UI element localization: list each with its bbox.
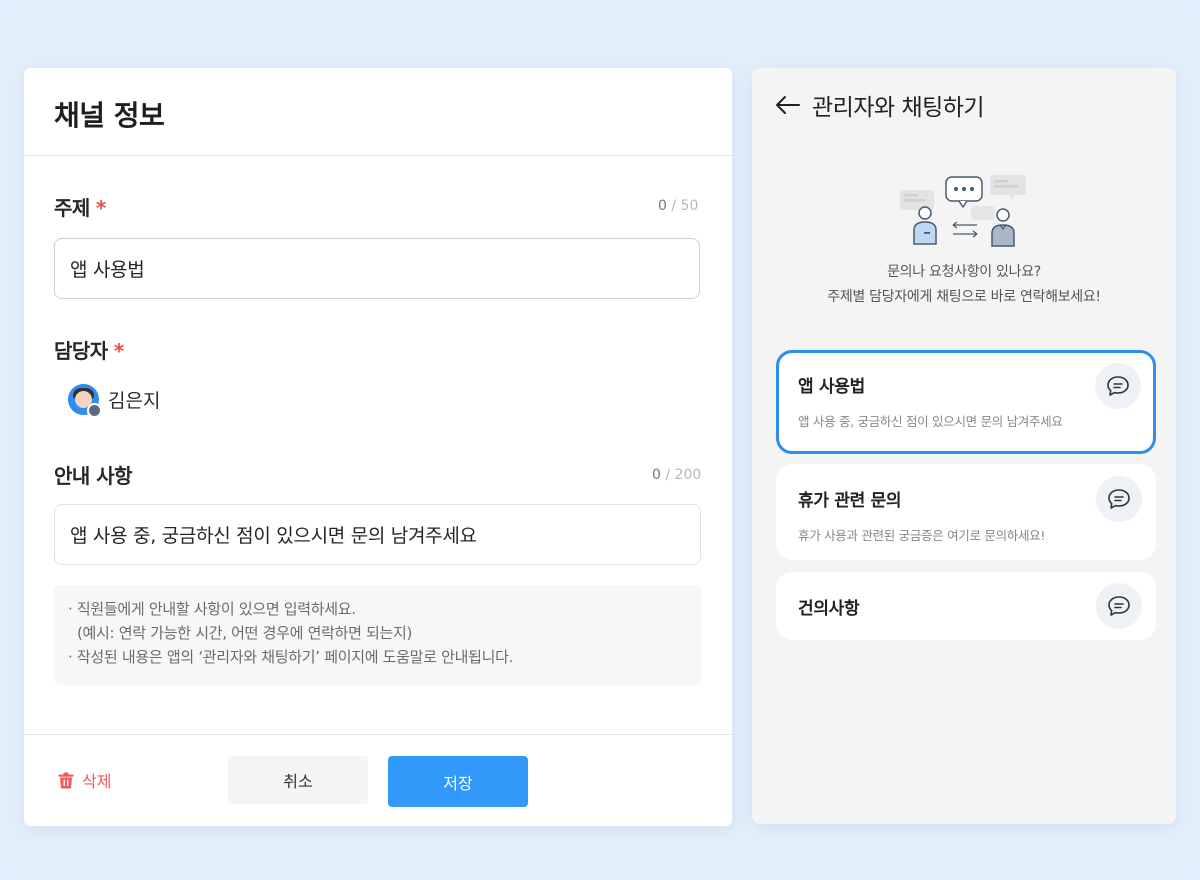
save-button[interactable]: 저장 <box>388 756 528 807</box>
subject-input[interactable]: 앱 사용법 <box>54 238 700 299</box>
chat-bubble-icon <box>1095 363 1141 409</box>
guide-count-max: 200 <box>674 467 702 483</box>
admin-badge-icon <box>87 403 102 418</box>
preview-title: 관리자와 채팅하기 <box>812 95 985 121</box>
intro-line: 문의나 요청사항이 있나요? <box>887 264 1041 280</box>
page-title: 채널 정보 <box>54 99 165 132</box>
subject-label: 주제 * <box>54 192 106 221</box>
topic-card-suggestions[interactable]: 건의사항 <box>776 572 1156 640</box>
background: 채널 정보 주제 * 0 / 50 앱 사용법 담당자 * 김은지 안내 사항 … <box>0 0 1200 880</box>
assignee-name: 김은지 <box>108 390 161 412</box>
guide-count-current: 0 <box>652 467 661 483</box>
chat-bubble-icon <box>1096 476 1142 522</box>
topic-desc: 앱 사용 중, 궁금하신 점이 있으시면 문의 남겨주세요 <box>798 414 1063 429</box>
chat-preview-panel: 관리자와 채팅하기 문의나 요청사항이 있나요? 주제별 담당자에게 채팅으로 … <box>752 68 1176 824</box>
delete-button[interactable]: 삭제 <box>58 768 111 792</box>
guide-label-text: 안내 사항 <box>54 464 133 488</box>
guide-char-counter: 0 / 200 <box>652 467 701 483</box>
header-divider <box>24 155 732 156</box>
trash-icon <box>58 772 74 788</box>
subject-count-max: 50 <box>680 198 699 214</box>
topic-card-vacation[interactable]: 휴가 관련 문의 휴가 사용과 관련된 궁금증은 여기로 문의하세요! <box>776 464 1156 560</box>
guide-input[interactable]: 앱 사용 중, 궁금하신 점이 있으시면 문의 남겨주세요 <box>54 504 701 565</box>
topic-title: 건의사항 <box>798 599 860 619</box>
assignee-label-text: 담당자 <box>54 339 108 363</box>
subject-count-sep: / <box>671 198 677 214</box>
chat-illustration <box>900 175 1026 247</box>
intro-line: 주제별 담당자에게 채팅으로 바로 연락해보세요! <box>827 289 1101 305</box>
cancel-button[interactable]: 취소 <box>228 756 368 804</box>
required-mark: * <box>113 339 124 363</box>
avatar <box>68 384 102 418</box>
chat-bubble-icon <box>1096 583 1142 629</box>
subject-count-current: 0 <box>658 198 667 214</box>
hint-line: · 작성된 내용은 앱의 ‘관리자와 채팅하기’ 페이지에 도움말로 안내됩니다… <box>68 648 514 666</box>
footer-divider <box>24 734 732 735</box>
topic-title: 휴가 관련 문의 <box>798 491 902 511</box>
hint-line: (예시: 연락 가능한 시간, 어떤 경우에 연락하면 되는지) <box>77 624 413 642</box>
intro-text: 문의나 요청사항이 있나요? 주제별 담당자에게 채팅으로 바로 연락해보세요! <box>752 260 1176 310</box>
back-arrow-icon[interactable] <box>774 91 802 119</box>
subject-label-text: 주제 <box>54 196 90 220</box>
guide-count-sep: / <box>665 467 671 483</box>
hint-line: · 직원들에게 안내할 사항이 있으면 입력하세요. <box>68 600 356 618</box>
delete-label: 삭제 <box>82 772 112 791</box>
hint-box: · 직원들에게 안내할 사항이 있으면 입력하세요. (예시: 연락 가능한 시… <box>54 585 702 685</box>
subject-input-value: 앱 사용법 <box>70 259 145 281</box>
subject-char-counter: 0 / 50 <box>658 198 698 214</box>
channel-info-panel: 채널 정보 주제 * 0 / 50 앱 사용법 담당자 * 김은지 안내 사항 … <box>24 68 732 826</box>
assignee-label: 담당자 * <box>54 335 124 364</box>
guide-input-value: 앱 사용 중, 궁금하신 점이 있으시면 문의 남겨주세요 <box>70 525 477 547</box>
topic-card-app-usage[interactable]: 앱 사용법 앱 사용 중, 궁금하신 점이 있으시면 문의 남겨주세요 <box>776 350 1156 454</box>
topic-title: 앱 사용법 <box>798 377 865 397</box>
topic-desc: 휴가 사용과 관련된 궁금증은 여기로 문의하세요! <box>798 528 1046 543</box>
preview-header: 관리자와 채팅하기 <box>774 88 985 122</box>
guide-label: 안내 사항 <box>54 460 133 489</box>
required-mark: * <box>95 196 106 220</box>
assignee-chip[interactable]: 김은지 <box>68 384 161 418</box>
